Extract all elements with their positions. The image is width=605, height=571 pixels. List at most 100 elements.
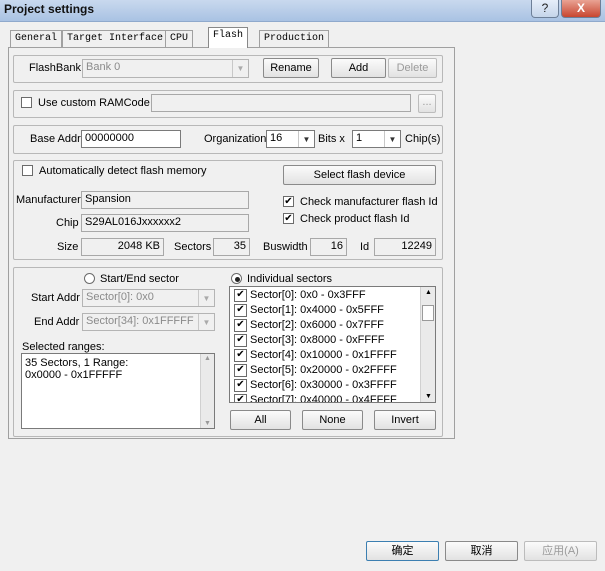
check-prod-label: Check product flash Id xyxy=(300,213,410,225)
scroll-thumb[interactable] xyxy=(422,305,434,321)
scroll-up-icon: ▲ xyxy=(425,289,432,296)
chips-label: Chip(s) xyxy=(405,133,441,145)
invert-button[interactable]: Invert xyxy=(374,410,436,430)
manufacturer-field: Spansion xyxy=(81,191,249,209)
sector-label: Sector[4]: 0x10000 - 0x1FFFF xyxy=(250,349,397,361)
selected-ranges-label: Selected ranges: xyxy=(22,341,105,353)
scroll-down-icon: ▼ xyxy=(425,393,432,400)
list-item[interactable]: ✔ Sector[7]: 0x40000 - 0x4FFFF xyxy=(234,393,397,403)
chips-select[interactable]: 1 ▼ xyxy=(352,130,401,148)
individual-radio[interactable] xyxy=(231,273,242,284)
list-item[interactable]: ✔ Sector[0]: 0x0 - 0x3FFF xyxy=(234,288,366,303)
list-item[interactable]: ✔ Sector[1]: 0x4000 - 0x5FFF xyxy=(234,303,384,318)
flashbank-value: Bank 0 xyxy=(86,61,121,73)
sector-checkbox[interactable]: ✔ xyxy=(234,363,247,377)
chip-field: S29AL016Jxxxxxx2 xyxy=(81,214,249,232)
sector-label: Sector[6]: 0x30000 - 0x3FFFF xyxy=(250,379,397,391)
organization-label: Organization xyxy=(204,133,267,145)
end-addr-label: End Addr xyxy=(34,316,80,328)
help-button[interactable]: ? xyxy=(531,0,559,18)
rename-button[interactable]: Rename xyxy=(263,58,319,78)
size-label: Size xyxy=(57,241,79,253)
buswidth-label: Buswidth xyxy=(263,241,308,253)
list-item[interactable]: ✔ Sector[5]: 0x20000 - 0x2FFFF xyxy=(234,363,397,378)
sector-checkbox[interactable]: ✔ xyxy=(234,288,247,302)
tab-production[interactable]: Production xyxy=(259,30,330,47)
size-field: 2048 KB xyxy=(81,238,164,256)
manufacturer-label: Manufacturer xyxy=(16,194,81,206)
ramcode-label: Use custom RAMCode xyxy=(38,97,150,109)
individual-label: Individual sectors xyxy=(247,273,332,285)
browse-button[interactable]: ... xyxy=(418,94,436,113)
buswidth-field: 16 xyxy=(310,238,347,256)
tab-target-interface[interactable]: Target Interface xyxy=(62,30,169,47)
chevron-down-icon: ▼ xyxy=(198,314,214,330)
sector-checkbox[interactable]: ✔ xyxy=(234,303,247,317)
check-mfr-checkbox[interactable]: ✔ xyxy=(283,196,294,207)
delete-button[interactable]: Delete xyxy=(388,58,437,78)
base-addr-input[interactable]: 00000000 xyxy=(81,130,181,148)
base-addr-label: Base Addr xyxy=(30,133,81,145)
select-all-button[interactable]: All xyxy=(230,410,291,430)
sector-label: Sector[5]: 0x20000 - 0x2FFFF xyxy=(250,364,397,376)
organization-select[interactable]: 16 ▼ xyxy=(266,130,315,148)
chevron-down-icon: ▼ xyxy=(384,131,400,147)
sector-label: Sector[3]: 0x8000 - 0xFFFF xyxy=(250,334,385,346)
close-button[interactable]: X xyxy=(561,0,601,18)
cancel-button[interactable]: 取消 xyxy=(445,541,518,561)
id-label: Id xyxy=(360,241,370,253)
list-item[interactable]: ✔ Sector[4]: 0x10000 - 0x1FFFF xyxy=(234,348,397,363)
sector-list[interactable]: ✔ Sector[0]: 0x0 - 0x3FFF ✔ Sector[1]: 0x4… xyxy=(229,286,436,403)
sector-checkbox[interactable]: ✔ xyxy=(234,393,247,402)
auto-detect-checkbox[interactable] xyxy=(22,165,33,176)
sector-checkbox[interactable]: ✔ xyxy=(234,318,247,332)
selected-ranges-line: 0x0000 - 0x1FFFFF xyxy=(25,369,123,381)
check-mfr-label: Check manufacturer flash Id xyxy=(300,196,438,208)
chip-label: Chip xyxy=(56,217,79,229)
bits-label: Bits x xyxy=(318,133,345,145)
add-button[interactable]: Add xyxy=(331,58,386,78)
tab-cpu[interactable]: CPU xyxy=(165,30,194,47)
ramcode-path-field[interactable] xyxy=(151,94,411,112)
sector-list-scrollbar[interactable]: ▲ ▼ xyxy=(420,287,435,402)
start-end-label: Start/End sector xyxy=(100,273,179,285)
selected-ranges-box[interactable]: 35 Sectors, 1 Range: 0x0000 - 0x1FFFFF ▲… xyxy=(21,353,215,429)
scroll-up-icon: ▲ xyxy=(204,355,211,362)
select-none-button[interactable]: None xyxy=(302,410,363,430)
check-prod-checkbox[interactable]: ✔ xyxy=(283,213,294,224)
ok-button[interactable]: 确定 xyxy=(366,541,439,561)
list-item[interactable]: ✔ Sector[2]: 0x6000 - 0x7FFF xyxy=(234,318,384,333)
organization-value: 16 xyxy=(270,132,283,144)
flashbank-select[interactable]: Bank 0 ▼ xyxy=(82,59,249,78)
sectors-field: 35 xyxy=(213,238,250,256)
sector-checkbox[interactable]: ✔ xyxy=(234,333,247,347)
sector-label: Sector[0]: 0x0 - 0x3FFF xyxy=(250,289,366,301)
sectors-label: Sectors xyxy=(174,241,212,253)
start-addr-label: Start Addr xyxy=(31,292,80,304)
chevron-down-icon: ▼ xyxy=(198,290,214,306)
window-title: Project settings xyxy=(4,2,95,16)
sector-label: Sector[1]: 0x4000 - 0x5FFF xyxy=(250,304,384,316)
list-item[interactable]: ✔ Sector[3]: 0x8000 - 0xFFFF xyxy=(234,333,385,348)
selected-ranges-scrollbar[interactable]: ▲ ▼ xyxy=(200,354,214,428)
auto-detect-label: Automatically detect flash memory xyxy=(39,165,207,177)
tab-flash[interactable]: Flash xyxy=(208,27,249,48)
scroll-down-icon: ▼ xyxy=(204,420,211,427)
chevron-down-icon: ▼ xyxy=(298,131,314,147)
sector-label: Sector[2]: 0x6000 - 0x7FFF xyxy=(250,319,384,331)
id-field: 12249 xyxy=(374,238,436,256)
select-flash-device-button[interactable]: Select flash device xyxy=(283,165,436,185)
tab-general[interactable]: General xyxy=(10,30,63,47)
chips-value: 1 xyxy=(356,132,363,144)
start-end-radio[interactable] xyxy=(84,273,95,284)
ramcode-checkbox[interactable] xyxy=(21,97,32,108)
chevron-down-icon: ▼ xyxy=(232,60,248,77)
list-item[interactable]: ✔ Sector[6]: 0x30000 - 0x3FFFF xyxy=(234,378,397,393)
end-addr-value: Sector[34]: 0x1FFFFF xyxy=(86,315,194,327)
start-addr-select[interactable]: Sector[0]: 0x0 ▼ xyxy=(82,289,215,307)
end-addr-select[interactable]: Sector[34]: 0x1FFFFF ▼ xyxy=(82,313,215,331)
sector-checkbox[interactable]: ✔ xyxy=(234,348,247,362)
sector-checkbox[interactable]: ✔ xyxy=(234,378,247,392)
apply-button[interactable]: 应用(A) xyxy=(524,541,597,561)
sector-label: Sector[7]: 0x40000 - 0x4FFFF xyxy=(250,394,397,403)
